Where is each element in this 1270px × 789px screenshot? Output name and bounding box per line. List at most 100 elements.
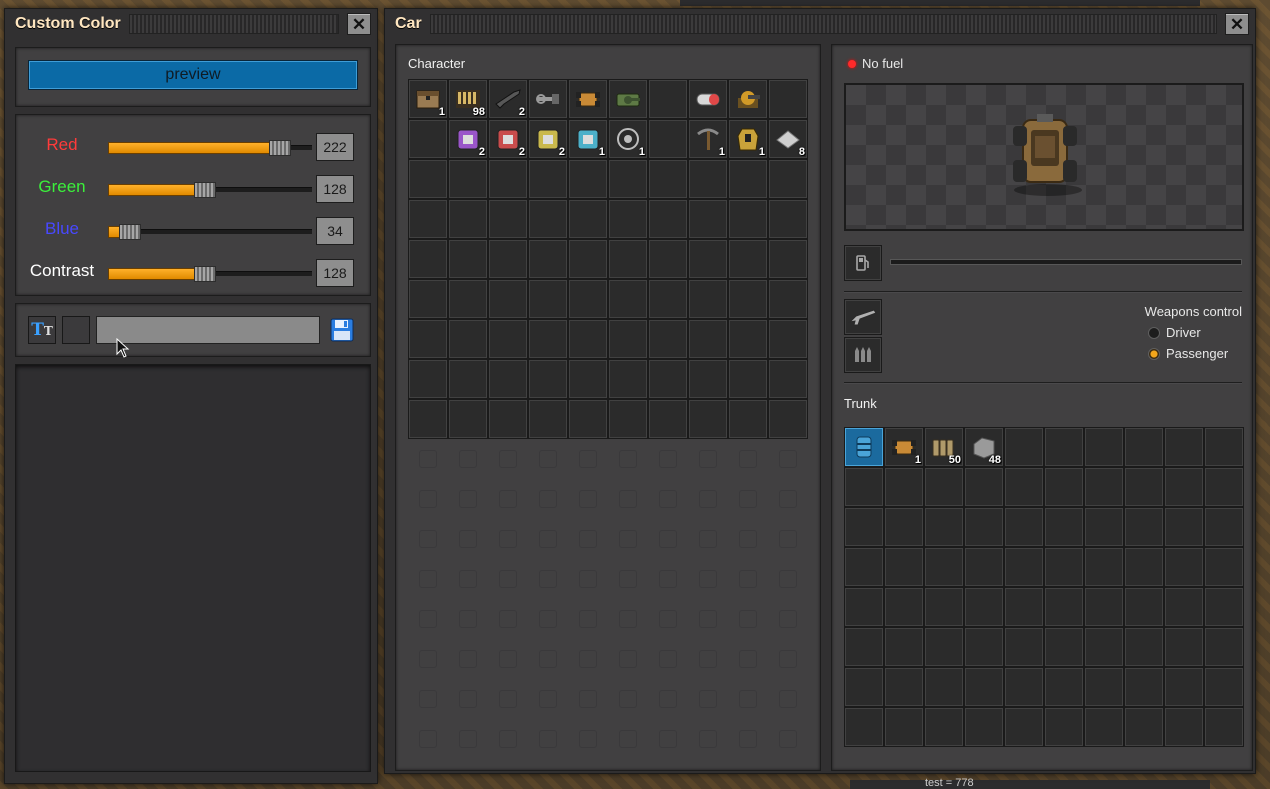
inventory-slot[interactable]: 1 — [408, 79, 448, 119]
inventory-slot[interactable] — [728, 279, 768, 319]
inventory-slot[interactable] — [1004, 667, 1044, 707]
inventory-slot[interactable] — [924, 547, 964, 587]
inventory-slot[interactable] — [1124, 627, 1164, 667]
inventory-slot[interactable]: 2 — [488, 119, 528, 159]
inventory-slot[interactable]: 1 — [728, 119, 768, 159]
inventory-slot[interactable] — [768, 399, 808, 439]
inventory-slot[interactable] — [1204, 427, 1244, 467]
inventory-slot[interactable] — [568, 159, 608, 199]
inventory-slot[interactable] — [448, 279, 488, 319]
inventory-slot[interactable] — [924, 507, 964, 547]
inventory-slot[interactable] — [608, 79, 648, 119]
inventory-slot[interactable] — [728, 319, 768, 359]
inventory-slot[interactable] — [1044, 667, 1084, 707]
inventory-slot[interactable] — [924, 587, 964, 627]
inventory-slot[interactable] — [1124, 707, 1164, 747]
inventory-slot[interactable] — [648, 279, 688, 319]
inventory-slot[interactable] — [844, 707, 884, 747]
inventory-slot[interactable] — [768, 199, 808, 239]
gun-slot[interactable] — [844, 299, 882, 335]
text-style-button[interactable]: TT — [28, 316, 56, 344]
inventory-slot[interactable] — [528, 399, 568, 439]
ammo-slot[interactable] — [844, 337, 882, 373]
inventory-slot[interactable] — [884, 707, 924, 747]
inventory-slot[interactable] — [568, 399, 608, 439]
inventory-slot[interactable]: 2 — [528, 119, 568, 159]
inventory-slot[interactable]: 8 — [768, 119, 808, 159]
inventory-slot[interactable] — [568, 79, 608, 119]
preset-list-area[interactable] — [15, 364, 371, 772]
custom-color-titlebar[interactable]: Custom Color ✕ — [5, 9, 377, 39]
inventory-slot[interactable] — [488, 199, 528, 239]
inventory-slot[interactable]: 50 — [924, 427, 964, 467]
inventory-slot[interactable] — [608, 159, 648, 199]
inventory-slot[interactable] — [688, 159, 728, 199]
inventory-slot[interactable]: 2 — [448, 119, 488, 159]
value-field[interactable]: 128 — [316, 259, 354, 287]
inventory-slot[interactable] — [1124, 467, 1164, 507]
close-button[interactable]: ✕ — [347, 13, 371, 35]
inventory-slot[interactable] — [648, 79, 688, 119]
inventory-slot[interactable] — [688, 239, 728, 279]
inventory-slot[interactable] — [1164, 667, 1204, 707]
inventory-slot[interactable] — [608, 239, 648, 279]
inventory-slot[interactable] — [884, 507, 924, 547]
inventory-slot[interactable] — [688, 79, 728, 119]
inventory-slot[interactable] — [408, 199, 448, 239]
inventory-slot[interactable] — [648, 399, 688, 439]
inventory-slot[interactable] — [528, 279, 568, 319]
drag-handle[interactable] — [128, 14, 339, 34]
slider-track[interactable] — [108, 266, 312, 282]
inventory-slot[interactable] — [884, 587, 924, 627]
inventory-slot[interactable] — [1044, 627, 1084, 667]
inventory-slot[interactable] — [608, 199, 648, 239]
inventory-slot[interactable] — [1044, 707, 1084, 747]
inventory-slot[interactable] — [1124, 547, 1164, 587]
inventory-slot[interactable] — [408, 399, 448, 439]
inventory-slot[interactable] — [1004, 587, 1044, 627]
inventory-slot[interactable] — [924, 667, 964, 707]
inventory-slot[interactable] — [728, 199, 768, 239]
color-swatch-button[interactable] — [62, 316, 90, 344]
inventory-slot[interactable] — [1004, 507, 1044, 547]
drag-handle[interactable] — [429, 14, 1217, 34]
radio-driver-button[interactable] — [1148, 326, 1160, 339]
inventory-slot[interactable] — [768, 79, 808, 119]
inventory-slot[interactable] — [688, 279, 728, 319]
inventory-slot[interactable] — [448, 399, 488, 439]
inventory-slot[interactable] — [924, 627, 964, 667]
inventory-slot[interactable] — [688, 399, 728, 439]
inventory-slot[interactable] — [528, 359, 568, 399]
inventory-slot[interactable] — [1164, 707, 1204, 747]
inventory-slot[interactable] — [964, 627, 1004, 667]
value-field[interactable]: 222 — [316, 133, 354, 161]
value-field[interactable]: 34 — [316, 217, 354, 245]
inventory-slot[interactable] — [568, 279, 608, 319]
inventory-slot[interactable]: 1 — [688, 119, 728, 159]
inventory-slot[interactable] — [688, 359, 728, 399]
inventory-slot[interactable] — [964, 467, 1004, 507]
inventory-slot[interactable] — [1164, 467, 1204, 507]
slider-handle[interactable] — [194, 182, 216, 198]
inventory-slot[interactable] — [1164, 547, 1204, 587]
slider-track[interactable] — [108, 182, 312, 198]
inventory-slot[interactable] — [1204, 507, 1244, 547]
inventory-slot[interactable] — [1004, 707, 1044, 747]
inventory-slot[interactable] — [1044, 547, 1084, 587]
inventory-slot[interactable] — [408, 119, 448, 159]
inventory-slot[interactable] — [528, 79, 568, 119]
inventory-slot[interactable] — [1204, 627, 1244, 667]
inventory-slot[interactable] — [648, 359, 688, 399]
slider-track[interactable] — [108, 140, 312, 156]
inventory-slot[interactable] — [964, 667, 1004, 707]
inventory-slot[interactable] — [844, 547, 884, 587]
inventory-slot[interactable] — [448, 359, 488, 399]
inventory-slot[interactable] — [924, 467, 964, 507]
inventory-slot[interactable] — [1004, 627, 1044, 667]
inventory-slot[interactable] — [528, 239, 568, 279]
inventory-slot[interactable] — [488, 239, 528, 279]
radio-driver[interactable]: Driver — [1148, 325, 1201, 340]
inventory-slot[interactable] — [408, 279, 448, 319]
inventory-slot[interactable] — [648, 199, 688, 239]
inventory-slot[interactable] — [844, 467, 884, 507]
